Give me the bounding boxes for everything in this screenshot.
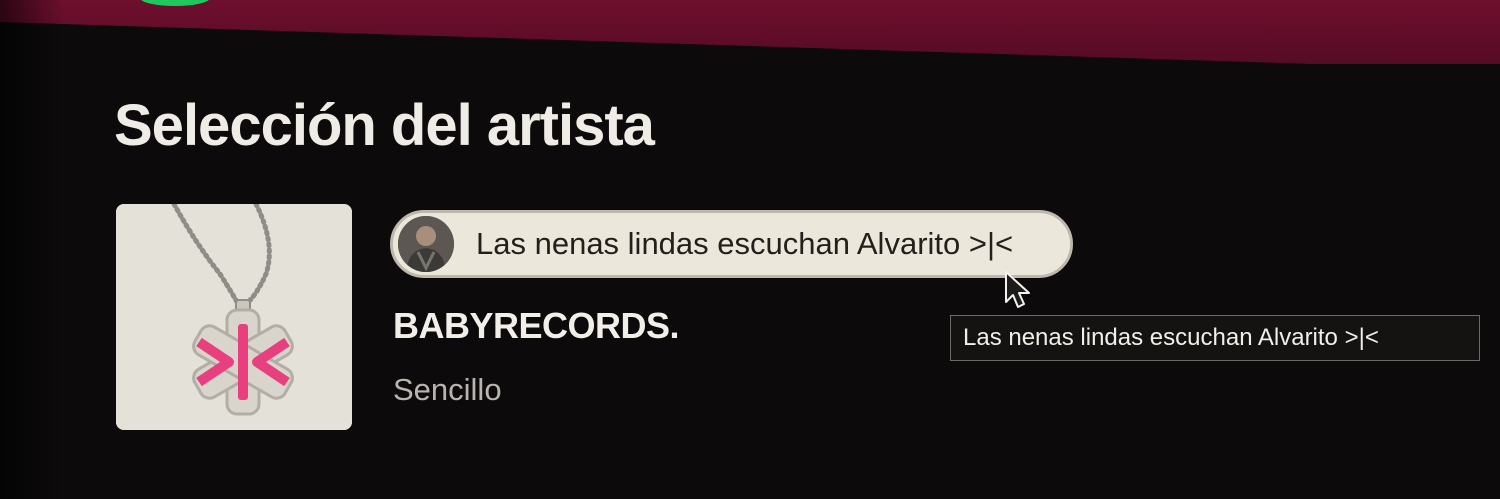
artist-pick-text: Las nenas lindas escuchan Alvarito >|< [476,226,1014,261]
release-title[interactable]: BABYRECORDS. [393,305,680,347]
tooltip: Las nenas lindas escuchan Alvarito >|< [950,315,1480,361]
chain-pendant-icon [116,204,352,430]
release-type: Sencillo [393,372,502,407]
mouse-pointer-icon [1005,271,1030,308]
header-banner [0,0,1500,64]
artist-avatar-icon [398,216,454,272]
section-title: Selección del artista [114,93,655,158]
artist-pick-comment[interactable]: Las nenas lindas escuchan Alvarito >|< [390,210,1073,278]
release-cover[interactable] [116,204,352,430]
edge-shadow [0,0,64,499]
